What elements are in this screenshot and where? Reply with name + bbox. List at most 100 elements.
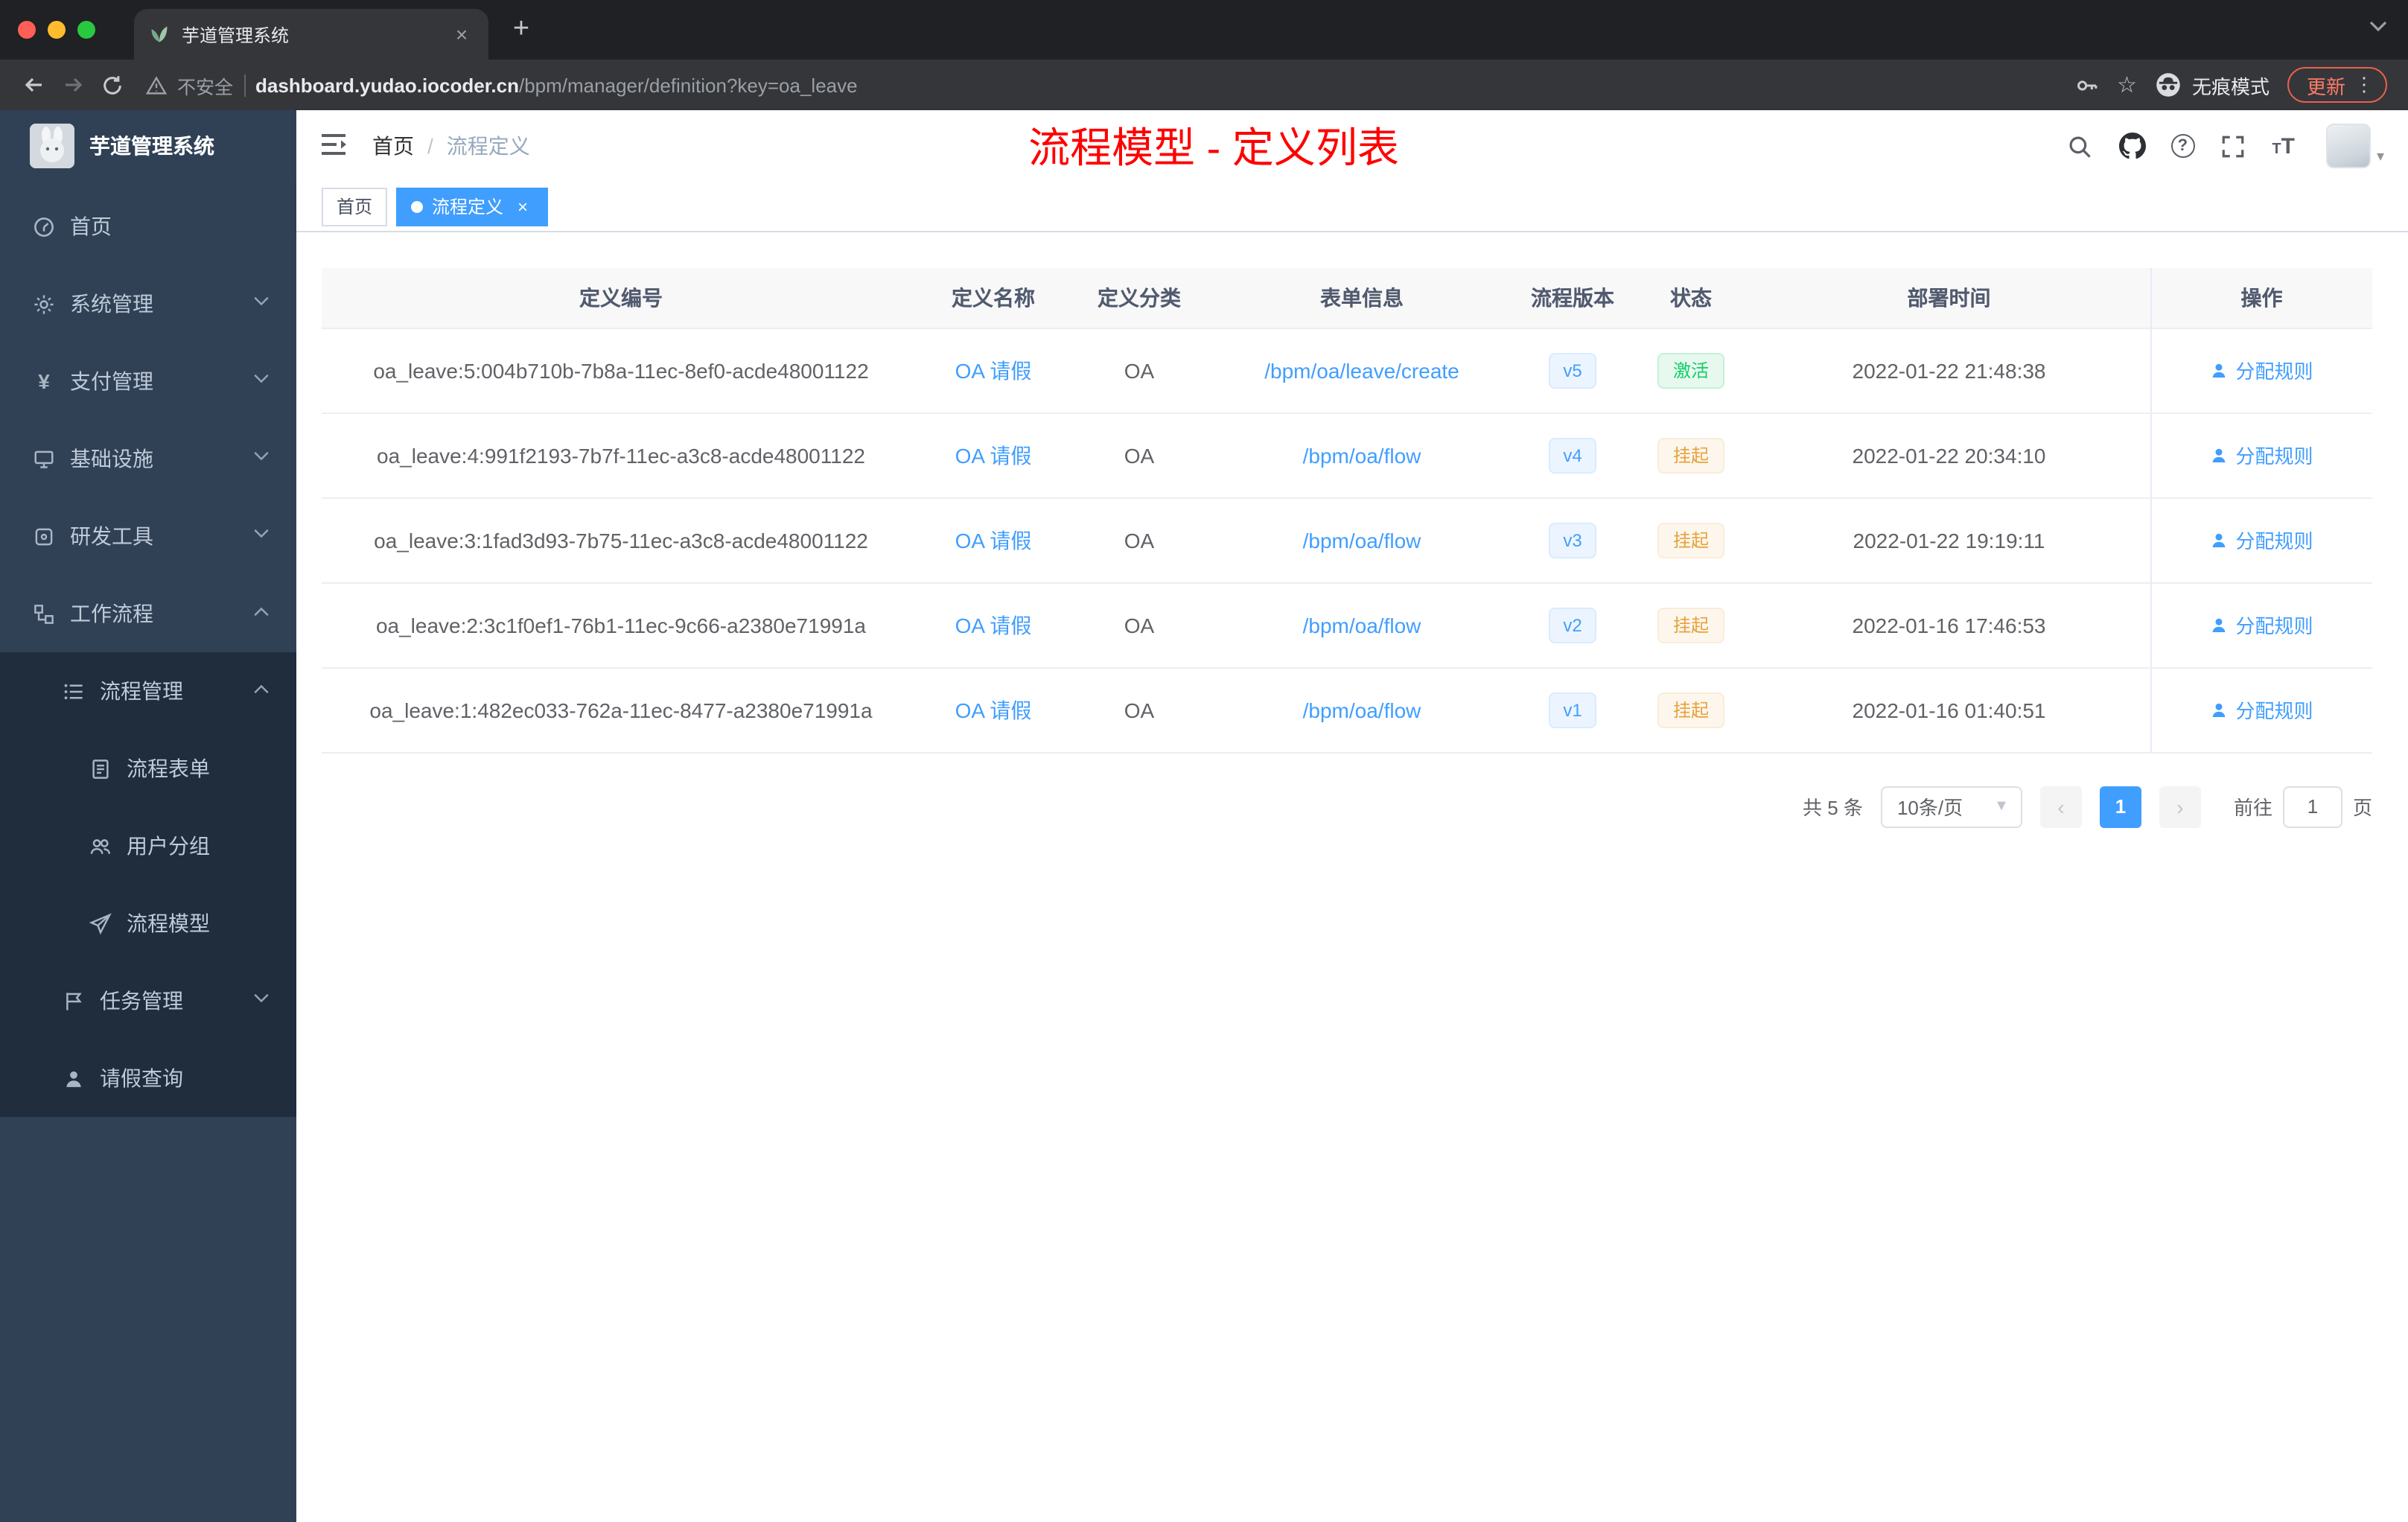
form-link[interactable]: /bpm/oa/flow bbox=[1303, 528, 1421, 552]
breadcrumb-home[interactable]: 首页 bbox=[372, 131, 414, 161]
incognito-label: 无痕模式 bbox=[2191, 75, 2270, 98]
form-link[interactable]: /bpm/oa/flow bbox=[1303, 443, 1421, 467]
cell-id: oa_leave:5:004b710b-7b8a-11ec-8ef0-acde4… bbox=[322, 328, 920, 413]
sidebar-item-home[interactable]: 首页 bbox=[0, 188, 296, 265]
sidebar-item-workflow[interactable]: 工作流程 bbox=[0, 575, 296, 652]
definition-name-link[interactable]: OA 请假 bbox=[955, 528, 1032, 552]
font-size-icon[interactable]: TT bbox=[2272, 133, 2295, 159]
goto-page-input[interactable] bbox=[2282, 786, 2342, 827]
tag-current[interactable]: 流程定义 × bbox=[396, 187, 549, 226]
user-menu[interactable]: ▾ bbox=[2325, 124, 2384, 168]
page-size-select[interactable]: 10条/页 ▼ bbox=[1880, 786, 2022, 827]
col-header-id: 定义编号 bbox=[322, 268, 920, 328]
sidebar-item-task-mgmt[interactable]: 任务管理 bbox=[0, 962, 296, 1039]
tag-home[interactable]: 首页 bbox=[322, 187, 388, 226]
close-window-button[interactable] bbox=[18, 21, 36, 39]
sidebar-item-label: 流程表单 bbox=[127, 757, 210, 780]
status-badge[interactable]: 挂起 bbox=[1657, 607, 1724, 643]
chevron-down-icon bbox=[253, 993, 270, 1004]
assign-rule-button[interactable]: 分配规则 bbox=[2210, 356, 2313, 384]
caret-down-icon: ▾ bbox=[2376, 149, 2384, 165]
back-button[interactable] bbox=[15, 66, 54, 104]
col-header-status: 状态 bbox=[1634, 268, 1748, 328]
browser-tab[interactable]: 芋道管理系统 × bbox=[134, 9, 488, 60]
chevron-down-icon bbox=[253, 529, 270, 539]
minimize-window-button[interactable] bbox=[48, 21, 66, 39]
assign-rule-button[interactable]: 分配规则 bbox=[2210, 526, 2313, 554]
tab-search-chevron-icon[interactable] bbox=[2369, 21, 2387, 33]
sidebar-item-user-group[interactable]: 用户分组 bbox=[0, 807, 296, 885]
next-page-button[interactable]: › bbox=[2159, 786, 2201, 827]
assign-rule-button[interactable]: 分配规则 bbox=[2210, 441, 2313, 469]
table-row: oa_leave:5:004b710b-7b8a-11ec-8ef0-acde4… bbox=[322, 328, 2372, 413]
sidebar-item-label: 用户分组 bbox=[127, 834, 210, 858]
status-badge[interactable]: 激活 bbox=[1657, 352, 1724, 388]
assign-rule-button[interactable]: 分配规则 bbox=[2210, 695, 2313, 724]
status-badge[interactable]: 挂起 bbox=[1657, 692, 1724, 727]
chevron-up-icon bbox=[253, 606, 270, 617]
cell-category: OA bbox=[1066, 667, 1212, 753]
workflow-icon bbox=[33, 602, 55, 625]
list-icon bbox=[63, 680, 85, 702]
definition-name-link[interactable]: OA 请假 bbox=[955, 358, 1032, 382]
table-row: oa_leave:2:3c1f0ef1-76b1-11ec-9c66-a2380… bbox=[322, 582, 2372, 668]
goto-label: 前往 bbox=[2233, 797, 2272, 819]
assign-rule-button[interactable]: 分配规则 bbox=[2210, 611, 2313, 639]
sidebar-item-system[interactable]: 系统管理 bbox=[0, 265, 296, 343]
status-badge[interactable]: 挂起 bbox=[1657, 437, 1724, 473]
fullscreen-icon[interactable] bbox=[2220, 133, 2246, 159]
tab-close-icon[interactable]: × bbox=[450, 22, 474, 46]
sidebar-item-label: 请假查询 bbox=[100, 1066, 183, 1090]
sidebar-item-label: 支付管理 bbox=[70, 369, 153, 393]
toolbox-icon bbox=[33, 525, 55, 547]
url-path: /bpm/manager/definition?key=oa_leave bbox=[519, 74, 858, 96]
main-area: 首页 / 流程定义 流程模型 - 定义列表 ? TT ▾ 首页 流程定义 × 定… bbox=[296, 110, 2408, 1522]
form-link[interactable]: /bpm/oa/leave/create bbox=[1264, 358, 1459, 382]
prev-page-button[interactable]: ‹ bbox=[2039, 786, 2082, 827]
hamburger-icon[interactable] bbox=[319, 131, 348, 161]
url-text: dashboard.yudao.iocoder.cn/bpm/manager/d… bbox=[255, 74, 858, 96]
sidebar-item-process-model[interactable]: 流程模型 bbox=[0, 885, 296, 962]
sidebar-item-process-mgmt[interactable]: 流程管理 bbox=[0, 652, 296, 730]
cell-category: OA bbox=[1066, 413, 1212, 498]
page-number-button[interactable]: 1 bbox=[2099, 786, 2141, 827]
password-key-icon[interactable] bbox=[2074, 72, 2099, 98]
forward-button[interactable] bbox=[54, 66, 92, 104]
zoom-window-button[interactable] bbox=[77, 21, 95, 39]
sidebar-item-devtools[interactable]: 研发工具 bbox=[0, 497, 296, 575]
active-dot bbox=[411, 200, 424, 212]
definition-name-link[interactable]: OA 请假 bbox=[955, 443, 1032, 467]
tag-close-icon[interactable]: × bbox=[512, 196, 533, 217]
version-tag: v1 bbox=[1548, 692, 1597, 727]
sidebar-item-payment[interactable]: ¥ 支付管理 bbox=[0, 343, 296, 420]
version-tag: v5 bbox=[1548, 352, 1597, 388]
update-button[interactable]: 更新 ⋮ bbox=[2287, 67, 2387, 103]
form-link[interactable]: /bpm/oa/flow bbox=[1303, 698, 1421, 722]
cell-id: oa_leave:3:1fad3d93-7b75-11ec-a3c8-acde4… bbox=[322, 497, 920, 583]
update-label: 更新 bbox=[2306, 75, 2345, 98]
github-icon[interactable] bbox=[2118, 133, 2146, 159]
navbar: 首页 / 流程定义 流程模型 - 定义列表 ? TT ▾ bbox=[296, 110, 2408, 182]
bookmark-star-icon[interactable]: ☆ bbox=[2117, 71, 2137, 98]
sidebar-logo[interactable]: 芋道管理系统 bbox=[0, 110, 296, 182]
incognito-icon bbox=[2156, 73, 2180, 97]
definition-name-link[interactable]: OA 请假 bbox=[955, 698, 1032, 722]
search-icon[interactable] bbox=[2066, 133, 2093, 159]
browser-menu-icon[interactable]: ⋮ bbox=[2354, 73, 2374, 97]
status-badge[interactable]: 挂起 bbox=[1657, 522, 1724, 558]
definition-name-link[interactable]: OA 请假 bbox=[955, 613, 1032, 637]
reload-button[interactable] bbox=[92, 66, 131, 104]
sidebar-item-infra[interactable]: 基础设施 bbox=[0, 420, 296, 497]
sidebar-item-label: 任务管理 bbox=[100, 989, 183, 1013]
dashboard-icon bbox=[33, 215, 55, 238]
new-tab-button[interactable]: + bbox=[500, 9, 542, 51]
address-bar[interactable]: 不安全 dashboard.yudao.iocoder.cn/bpm/manag… bbox=[146, 71, 2074, 99]
sidebar-item-process-form[interactable]: 流程表单 bbox=[0, 730, 296, 807]
sidebar-item-leave-query[interactable]: 请假查询 bbox=[0, 1039, 296, 1117]
security-label[interactable]: 不安全 bbox=[177, 71, 233, 99]
page-size-value: 10条/页 bbox=[1896, 797, 1963, 819]
avatar[interactable] bbox=[2325, 124, 2371, 168]
app-frame: 芋道管理系统 首页 系统管理 ¥ 支付管理 基础设施 研发工具 工作流程 流程管… bbox=[0, 110, 2408, 1522]
form-link[interactable]: /bpm/oa/flow bbox=[1303, 613, 1421, 637]
help-icon[interactable]: ? bbox=[2170, 134, 2195, 158]
